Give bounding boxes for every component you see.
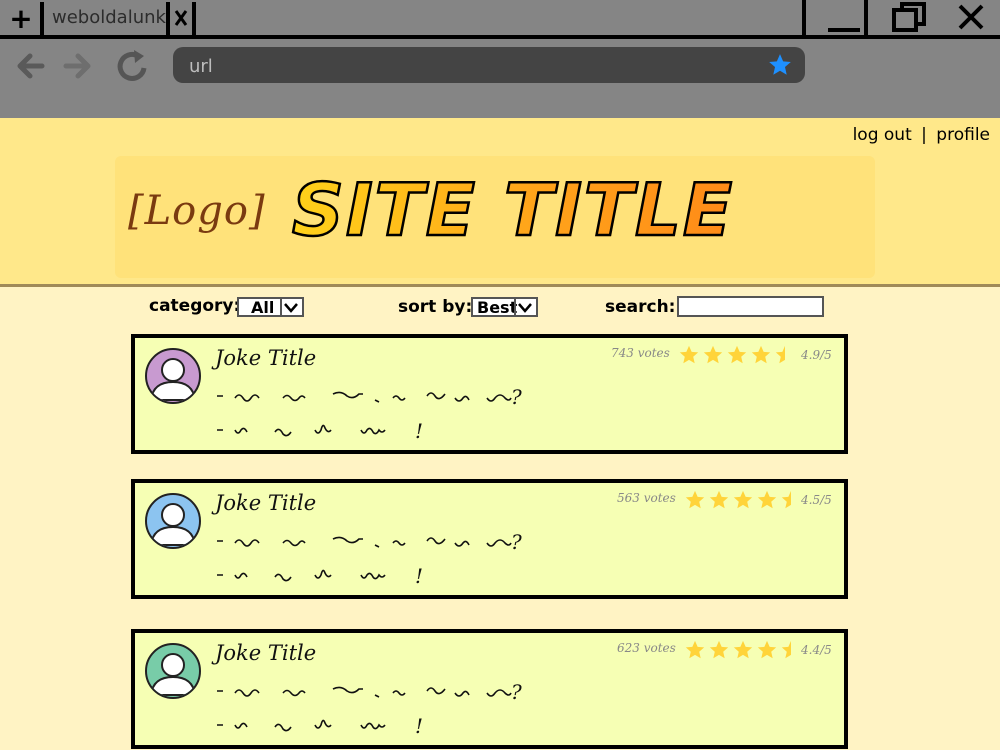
svg-text:!: ! [415, 714, 423, 737]
user-links: log out | profile [853, 125, 990, 145]
star-icon [727, 345, 747, 364]
joke-text-line: ! [217, 564, 423, 587]
joke-text-line: ! [217, 714, 423, 737]
search-label: search: [605, 297, 676, 317]
address-bar[interactable] [173, 47, 805, 83]
joke-title: Joke Title [215, 491, 317, 515]
new-tab-button[interactable]: + [6, 4, 36, 34]
joke-text-line: ? [217, 680, 522, 703]
tab-title[interactable]: weboldalunk [52, 7, 166, 28]
tab-strip-border [0, 35, 1000, 39]
star-icon [733, 490, 753, 509]
joke-text-line: ! [217, 419, 423, 442]
svg-text:!: ! [415, 419, 423, 442]
star-icon [757, 490, 777, 509]
minimize-icon [828, 0, 868, 36]
category-value: All [251, 298, 275, 317]
svg-text:!: ! [415, 564, 423, 587]
window-controls-divider [802, 0, 806, 36]
site-logo[interactable]: [Logo] [128, 188, 266, 234]
reload-icon [117, 50, 147, 81]
star-icon [775, 345, 785, 364]
vote-count: 743 votes [611, 346, 670, 360]
tab-close-button[interactable] [166, 2, 196, 36]
avatar[interactable] [145, 493, 201, 549]
restore-icon [892, 2, 926, 32]
category-select[interactable]: All [237, 297, 304, 317]
close-icon [958, 4, 984, 30]
rating-value: 4.5/5 [801, 493, 832, 507]
star-icon [685, 490, 705, 509]
star-icon [781, 490, 791, 509]
category-label: category: [149, 296, 241, 316]
forward-button[interactable] [60, 48, 96, 84]
star-icon [733, 640, 753, 659]
rating-value: 4.9/5 [801, 348, 832, 362]
close-icon [174, 10, 188, 26]
joke-card[interactable]: Joke Title?! 563 votes 4.5/5 [131, 479, 848, 599]
profile-link[interactable]: profile [936, 125, 990, 145]
vote-count: 623 votes [617, 641, 676, 655]
star-icon [679, 345, 699, 364]
vote-count: 563 votes [617, 491, 676, 505]
svg-text:?: ? [511, 530, 522, 553]
svg-text:?: ? [511, 385, 522, 408]
url-input[interactable] [187, 53, 751, 79]
star-icon [757, 640, 777, 659]
star-icon [751, 345, 771, 364]
joke-card[interactable]: Joke Title?! 743 votes 4.9/5 [131, 334, 848, 454]
avatar[interactable] [145, 348, 201, 404]
chevron-down-icon [280, 299, 302, 315]
maximize-button[interactable] [888, 0, 930, 36]
sort-select[interactable]: Best [471, 297, 538, 317]
minimize-button[interactable] [820, 0, 868, 36]
sort-value: Best [477, 298, 518, 317]
joke-title: Joke Title [215, 346, 317, 370]
user-avatar-icon [149, 653, 197, 696]
svg-text:?: ? [511, 680, 522, 703]
search-input[interactable] [677, 296, 824, 317]
browser-chrome: + weboldalunk [0, 0, 1000, 118]
chevron-down-icon [514, 299, 536, 315]
joke-title: Joke Title [215, 641, 317, 665]
star-rating[interactable] [683, 489, 803, 511]
link-separator: | [921, 125, 927, 145]
star-icon [781, 640, 791, 659]
joke-text-line: ? [217, 530, 522, 553]
window-controls [802, 0, 1000, 36]
star-icon [709, 490, 729, 509]
user-avatar-icon [149, 503, 197, 546]
user-avatar-icon [149, 358, 197, 401]
log-out-link[interactable]: log out [853, 125, 912, 145]
star-rating[interactable] [677, 344, 797, 366]
site-title: SITE TITLE [291, 167, 735, 254]
reload-button[interactable] [114, 48, 150, 84]
close-window-button[interactable] [952, 0, 994, 36]
star-rating[interactable] [683, 639, 803, 661]
back-button[interactable] [12, 48, 48, 84]
rating-value: 4.4/5 [801, 643, 832, 657]
tab-strip: + weboldalunk [0, 0, 1000, 38]
joke-text-line: ? [217, 385, 522, 408]
sort-label: sort by: [398, 297, 473, 317]
arrow-right-icon [63, 53, 91, 79]
star-icon [685, 640, 705, 659]
tab-divider [40, 2, 44, 36]
avatar[interactable] [145, 643, 201, 699]
star-icon [709, 640, 729, 659]
star-icon [703, 345, 723, 364]
bookmark-star-icon[interactable] [767, 52, 793, 78]
arrow-left-icon [17, 53, 45, 79]
joke-card[interactable]: Joke Title?! 623 votes 4.4/5 [131, 629, 848, 749]
